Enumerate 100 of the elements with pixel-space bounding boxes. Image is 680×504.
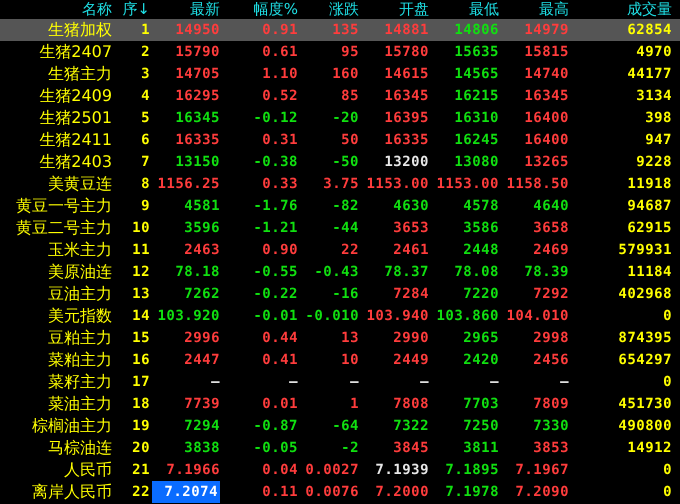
table-cell-text: 0.41 <box>261 352 298 368</box>
column-header[interactable]: 幅度% <box>220 0 298 19</box>
table-row[interactable]: 美原油连 12 78.18 -0.55 -0.43 78.37 78.08 78.39 11184 <box>0 261 680 283</box>
table-cell-text: 1 <box>349 396 359 412</box>
column-header[interactable]: 最新 <box>150 0 220 19</box>
row-number: 14 <box>131 308 150 324</box>
table-cell-text: 104.010 <box>505 308 569 324</box>
table-cell-text: 0.90 <box>261 242 298 258</box>
table-cell-text: 14950 <box>174 22 220 38</box>
table-cell-text: 2998 <box>532 330 569 346</box>
column-header[interactable]: 涨跌 <box>298 0 359 19</box>
table-cell-text: -2 <box>340 440 359 456</box>
instrument-name: 玉米主力 <box>47 240 112 260</box>
table-cell-text: 3.75 <box>322 176 359 192</box>
table-cell-text: 2449 <box>392 352 429 368</box>
instrument-name: 生猪加权 <box>47 20 112 40</box>
table-row[interactable]: 马棕油连 20 3838 -0.05 -2 3845 3811 3853 14912 <box>0 437 680 459</box>
volume-cell-text: 0 <box>662 374 672 390</box>
row-number: 20 <box>131 440 150 456</box>
table-row[interactable]: 豆油主力 13 7262 -0.22 -16 7284 7220 7292 402968 <box>0 283 680 305</box>
table-cell-text: -82 <box>331 198 359 214</box>
volume-cell-text: 0 <box>662 462 672 478</box>
table-cell-text: — <box>419 374 429 390</box>
table-cell-text: 3586 <box>462 220 499 236</box>
table-cell-text: -0.010 <box>304 308 359 324</box>
table-cell-text: 7808 <box>392 396 429 412</box>
table-cell-text: 95 <box>340 44 359 60</box>
table-cell-text: 7250 <box>462 418 499 434</box>
table-row[interactable]: 菜籽主力 17 — — — — — — 0 <box>0 371 680 393</box>
row-number: 12 <box>131 264 150 280</box>
table-cell-text: 2996 <box>183 330 220 346</box>
table-cell-text: 78.18 <box>174 264 220 280</box>
table-cell-text: 13265 <box>523 154 569 170</box>
instrument-name: 生猪2501 <box>38 108 112 128</box>
column-header[interactable]: 最高 <box>499 0 569 19</box>
table-cell-text: 0.04 <box>261 462 298 478</box>
table-row[interactable]: 黄豆二号主力 10 3596 -1.21 -44 3653 3586 3658 62915 <box>0 217 680 239</box>
table-row[interactable]: 菜粕主力 16 2447 0.41 10 2449 2420 2456 654297 <box>0 349 680 371</box>
table-cell-text: -64 <box>331 418 359 434</box>
instrument-name: 黄豆一号主力 <box>15 196 112 216</box>
table-cell-text: 7.1939 <box>374 462 429 478</box>
volume-cell-text: 490800 <box>617 418 672 434</box>
instrument-name: 生猪2409 <box>38 86 112 106</box>
table-row[interactable]: 生猪2407 2 15790 0.61 95 15780 15635 15815 4970 <box>0 41 680 63</box>
table-row[interactable]: 玉米主力 11 2463 0.90 22 2461 2448 2469 579931 <box>0 239 680 261</box>
column-header[interactable]: 最低 <box>429 0 499 19</box>
table-cell-text: 7809 <box>532 396 569 412</box>
instrument-name: 生猪2411 <box>38 130 112 150</box>
table-row[interactable]: 离岸人民币 22 7.2074 0.11 0.0076 7.2000 7.1978 7.2090 0 <box>0 481 680 503</box>
table-cell-text: 2463 <box>183 242 220 258</box>
table-row[interactable]: 美黄豆连 8 1156.25 0.33 3.75 1153.00 1153.00 1158.50 11918 <box>0 173 680 195</box>
row-number: 22 <box>131 484 150 500</box>
instrument-name: 黄豆二号主力 <box>15 218 112 238</box>
table-cell-text: 2469 <box>532 242 569 258</box>
table-row[interactable]: 菜油主力 18 7739 0.01 1 7808 7703 7809 451730 <box>0 393 680 415</box>
row-number: 7 <box>140 154 150 170</box>
instrument-name: 生猪2407 <box>38 42 112 62</box>
table-row[interactable]: 棕榈油主力 19 7294 -0.87 -64 7322 7250 7330 490800 <box>0 415 680 437</box>
volume-cell-text: 3134 <box>635 88 672 104</box>
table-cell-text: 7.2090 <box>514 484 569 500</box>
column-header[interactable]: 序↓ <box>112 0 150 19</box>
table-cell-text: — <box>349 374 359 390</box>
table-cell-text: 1.10 <box>261 66 298 82</box>
table-row[interactable]: 生猪主力 3 14705 1.10 160 14615 14565 14740 44177 <box>0 63 680 85</box>
table-row[interactable]: 生猪2501 5 16345 -0.12 -20 16395 16310 16400 398 <box>0 107 680 129</box>
table-cell-text: 3658 <box>532 220 569 236</box>
table-cell-text: 3596 <box>183 220 220 236</box>
table-row[interactable]: 人民币 21 7.1966 0.04 0.0027 7.1939 7.1895 7.1967 0 <box>0 459 680 481</box>
table-cell-text: 103.920 <box>156 308 220 324</box>
row-number: 9 <box>140 198 150 214</box>
column-header[interactable]: 开盘 <box>359 0 429 19</box>
instrument-name: 人民币 <box>63 460 112 480</box>
row-number: 1 <box>140 22 150 38</box>
table-row[interactable]: 豆粕主力 15 2996 0.44 13 2990 2965 2998 874395 <box>0 327 680 349</box>
table-cell-text: -50 <box>331 154 359 170</box>
volume-cell-text: 14912 <box>626 440 672 456</box>
table-cell-text: 3838 <box>183 440 220 456</box>
table-cell-text: 0.44 <box>261 330 298 346</box>
table-row[interactable]: 生猪加权 1 14950 0.91 135 14881 14806 14979 62854 <box>0 19 680 41</box>
table-cell-text: -20 <box>331 110 359 126</box>
table-row[interactable]: 生猪2411 6 16335 0.31 50 16335 16245 16400 947 <box>0 129 680 151</box>
row-number: 21 <box>131 462 150 478</box>
table-cell-text: 2990 <box>392 330 429 346</box>
table-cell-text: 15815 <box>523 44 569 60</box>
table-row[interactable]: 生猪2409 4 16295 0.52 85 16345 16215 16345 3134 <box>0 85 680 107</box>
table-row[interactable]: 美元指数 14 103.920 -0.01 -0.010 103.940 103.860 104.010 0 <box>0 305 680 327</box>
table-cell-text: 7.1966 <box>165 462 220 478</box>
instrument-name: 美元指数 <box>47 306 112 326</box>
table-cell-text: 16400 <box>523 132 569 148</box>
table-row[interactable]: 黄豆一号主力 9 4581 -1.76 -82 4630 4578 4640 94687 <box>0 195 680 217</box>
instrument-name: 菜粕主力 <box>47 350 112 370</box>
instrument-name: 离岸人民币 <box>31 482 112 502</box>
column-header[interactable]: 成交量 <box>569 0 672 19</box>
instrument-name: 生猪2403 <box>38 152 112 172</box>
table-cell-text: — <box>288 374 298 390</box>
table-cell-text: 4581 <box>183 198 220 214</box>
table-row[interactable]: 生猪2403 7 13150 -0.38 -50 13200 13080 13265 9228 <box>0 151 680 173</box>
row-number: 3 <box>140 66 150 82</box>
column-header[interactable]: 名称 <box>0 0 112 19</box>
table-cell-text: 0.0076 <box>304 484 359 500</box>
